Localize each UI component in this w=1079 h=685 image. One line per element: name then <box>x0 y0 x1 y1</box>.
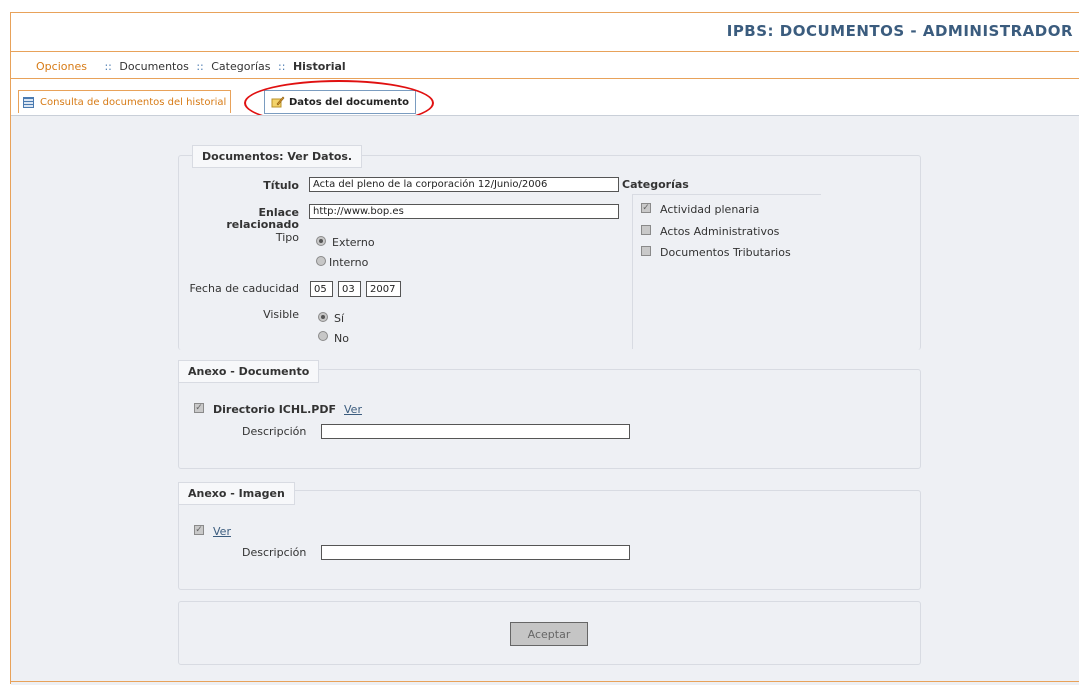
menu-item-historial[interactable]: Historial <box>293 60 346 73</box>
anexo-documento-file: Directorio ICHL.PDF <box>213 403 336 416</box>
menu-item-categorias[interactable]: Categorías <box>211 60 270 73</box>
anexo-imagen-ver-link[interactable]: Ver <box>213 525 231 538</box>
anexo-documento-ver-link[interactable]: Ver <box>344 403 362 416</box>
fecha-label: Fecha de caducidad <box>189 282 299 295</box>
tab-label: Consulta de documentos del historial <box>40 96 227 108</box>
legend-anexo-documento: Anexo - Documento <box>178 360 320 383</box>
categoria-label: Actividad plenaria <box>660 203 760 216</box>
titulo-field[interactable] <box>309 177 619 192</box>
fieldset-anexo-documento <box>178 369 921 469</box>
anexo-documento-checkbox[interactable]: ✓ <box>194 403 204 413</box>
tipo-externo-label: Externo <box>332 236 375 249</box>
categorias-label: Categorías <box>622 178 689 191</box>
fieldset-anexo-imagen <box>178 490 921 590</box>
tipo-externo-radio[interactable] <box>316 236 326 246</box>
menu-separator: :: <box>278 60 286 73</box>
tab-consulta-historial[interactable]: Consulta de documentos del historial <box>18 90 232 113</box>
enlace-field[interactable] <box>309 204 619 219</box>
categoria-label: Documentos Tributarios <box>660 246 791 259</box>
enlace-label-2: relacionado <box>226 218 299 231</box>
fecha-day-field[interactable] <box>310 281 333 297</box>
accept-button[interactable]: Aceptar <box>510 622 588 646</box>
anexo-imagen-descripcion-field[interactable] <box>321 545 630 560</box>
anexo-imagen-descripcion-label: Descripción <box>242 546 307 559</box>
categoria-label: Actos Administrativos <box>660 225 780 238</box>
categoria-checkbox[interactable] <box>641 225 651 235</box>
anexo-imagen-checkbox[interactable]: ✓ <box>194 525 204 535</box>
categorias-list <box>632 194 821 349</box>
menu-item-documentos[interactable]: Documentos <box>119 60 188 73</box>
menu-separator: :: <box>104 60 112 73</box>
visible-no-label: No <box>334 332 349 345</box>
menu-options-label[interactable]: Opciones <box>36 60 87 73</box>
anexo-documento-descripcion-field[interactable] <box>321 424 630 439</box>
visible-si-label: Sí <box>334 312 345 325</box>
visible-label: Visible <box>263 308 299 321</box>
legend-ver-datos: Documentos: Ver Datos. <box>192 145 363 168</box>
categoria-checkbox[interactable]: ✓ <box>641 203 651 213</box>
fecha-month-field[interactable] <box>338 281 361 297</box>
app-title: IPBS: DOCUMENTOS - ADMINISTRADOR <box>726 22 1073 40</box>
fecha-year-field[interactable] <box>366 281 401 297</box>
options-menu: Opciones :: Documentos :: Categorías :: … <box>36 60 350 73</box>
table-icon <box>23 96 34 108</box>
categoria-checkbox[interactable] <box>641 246 651 256</box>
visible-si-radio[interactable] <box>318 312 328 322</box>
tipo-interno-label: Interno <box>329 256 369 269</box>
anexo-documento-descripcion-label: Descripción <box>242 425 307 438</box>
bottom-border <box>11 681 1079 682</box>
legend-anexo-imagen: Anexo - Imagen <box>178 482 295 505</box>
visible-no-radio[interactable] <box>318 331 328 341</box>
menu-separator: :: <box>196 60 204 73</box>
tipo-interno-radio[interactable] <box>316 256 326 266</box>
titulo-label: Título <box>263 179 299 192</box>
tipo-label: Tipo <box>275 231 299 244</box>
